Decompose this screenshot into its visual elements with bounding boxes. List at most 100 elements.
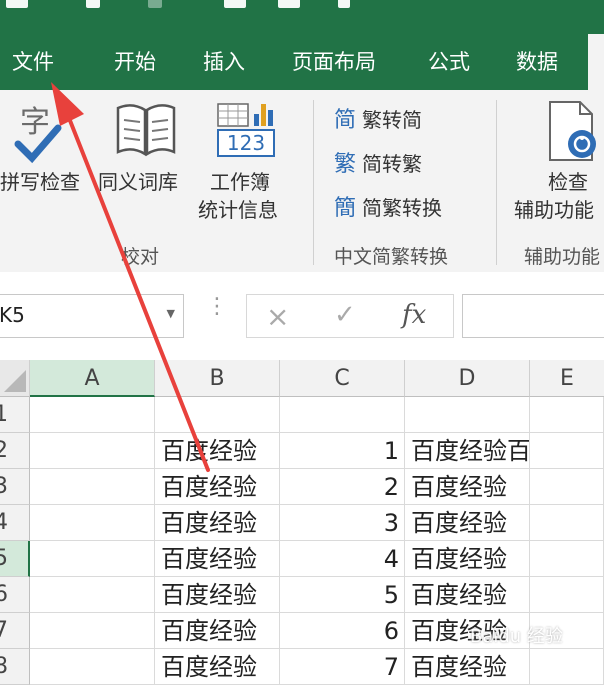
cell-e2[interactable] xyxy=(530,433,604,469)
simplified-to-traditional-label: 简转繁 xyxy=(362,151,423,176)
tab-formulas[interactable]: 公式 xyxy=(428,44,470,80)
group-divider xyxy=(496,100,497,265)
chinese-conversion-icon: 簡 xyxy=(334,196,357,221)
traditional-to-simplified-icon: 简 xyxy=(334,108,357,133)
cell-c8[interactable]: 7 xyxy=(280,649,405,685)
cell-b4[interactable]: 百度经验 xyxy=(155,505,280,541)
workbook-statistics-icon-text: 123 xyxy=(227,131,265,155)
row-header-2[interactable]: 2 xyxy=(0,433,30,469)
row-header-5[interactable]: 5 xyxy=(0,541,30,577)
cell-d8[interactable]: 百度经验 xyxy=(405,649,530,685)
ribbon-review: 字 拼写检查 同义词库 123 工作簿 统计信息 校对 简 繁转简 繁 简转繁 … xyxy=(0,90,604,273)
watermark-text: Baidu 经验 xyxy=(470,626,563,647)
row-header-7[interactable]: 7 xyxy=(0,613,30,649)
cell-b7[interactable]: 百度经验 xyxy=(155,613,280,649)
simplified-to-traditional-icon: 繁 xyxy=(334,152,357,177)
tab-home[interactable]: 开始 xyxy=(114,44,156,80)
undo-icon[interactable] xyxy=(86,0,100,8)
row-number: 7 xyxy=(0,618,8,643)
thesaurus-button[interactable]: 同义词库 xyxy=(98,90,194,220)
new-file-icon[interactable] xyxy=(224,0,246,8)
cell-a4[interactable] xyxy=(30,505,155,541)
cell-a1[interactable] xyxy=(30,397,155,433)
row-header-8[interactable]: 8 xyxy=(0,649,30,685)
tab-file[interactable]: 文件 xyxy=(12,44,54,80)
name-box-value: K5 xyxy=(0,303,25,327)
cell-b2[interactable]: 百度经验 xyxy=(155,433,280,469)
row-number: 8 xyxy=(0,654,8,679)
cell-c4[interactable]: 3 xyxy=(280,505,405,541)
cell-d2[interactable]: 百度经验百 xyxy=(405,433,530,469)
select-all-button[interactable] xyxy=(0,360,30,397)
cell-b5[interactable]: 百度经验 xyxy=(155,541,280,577)
cell-e4[interactable] xyxy=(530,505,604,541)
cell-a5[interactable] xyxy=(30,541,155,577)
row-number: 2 xyxy=(0,438,8,463)
cell-e6[interactable] xyxy=(530,577,604,613)
column-header-a[interactable]: A xyxy=(30,360,155,397)
cell-e3[interactable] xyxy=(530,469,604,505)
formula-input[interactable] xyxy=(462,294,604,338)
row-header-3[interactable]: 3 xyxy=(0,469,30,505)
cell-d4[interactable]: 百度经验 xyxy=(405,505,530,541)
cell-a6[interactable] xyxy=(30,577,155,613)
tab-page-layout[interactable]: 页面布局 xyxy=(292,44,376,80)
cell-e1[interactable] xyxy=(530,397,604,433)
cell-d6[interactable]: 百度经验 xyxy=(405,577,530,613)
row-header-1[interactable]: 1 xyxy=(0,397,30,433)
customize-qat-icon[interactable] xyxy=(338,0,350,8)
column-header-b[interactable]: B xyxy=(155,360,280,397)
cell-c6[interactable]: 5 xyxy=(280,577,405,613)
cell-b6[interactable]: 百度经验 xyxy=(155,577,280,613)
cell-d3[interactable]: 百度经验 xyxy=(405,469,530,505)
formula-bar-grip-icon[interactable]: ⋮ xyxy=(206,296,228,318)
spell-check-button[interactable]: 字 拼写检查 xyxy=(0,90,96,220)
row-header-4[interactable]: 4 xyxy=(0,505,30,541)
tab-insert[interactable]: 插入 xyxy=(203,44,245,80)
cell-d5[interactable]: 百度经验 xyxy=(405,541,530,577)
cell-e8[interactable] xyxy=(530,649,604,685)
column-header-e[interactable]: E xyxy=(530,360,604,397)
tab-data[interactable]: 数据 xyxy=(516,44,558,80)
column-header-c[interactable]: C xyxy=(280,360,405,397)
check-accessibility-button[interactable]: 检查 辅助功能 xyxy=(508,90,604,230)
row-number: 4 xyxy=(0,510,8,535)
thesaurus-label: 同义词库 xyxy=(98,170,178,194)
chinese-conversion-group-label: 中文简繁转换 xyxy=(334,246,449,268)
redo-icon[interactable] xyxy=(148,0,162,8)
thesaurus-book-icon xyxy=(116,104,176,157)
traditional-to-simplified-button[interactable]: 简 繁转简 xyxy=(334,102,422,134)
proofing-group-label: 校对 xyxy=(121,246,160,268)
print-preview-icon[interactable] xyxy=(278,0,300,8)
name-box-dropdown-icon[interactable]: ▼ xyxy=(167,307,175,320)
chinese-conversion-button[interactable]: 簡 简繁转换 xyxy=(334,190,442,222)
cell-a8[interactable] xyxy=(30,649,155,685)
cell-a7[interactable] xyxy=(30,613,155,649)
ribbon-tabs: 文件 开始 插入 页面布局 公式 数据 xyxy=(0,34,604,90)
cell-d1[interactable] xyxy=(405,397,530,433)
row-number: 5 xyxy=(0,546,8,571)
cell-a2[interactable] xyxy=(30,433,155,469)
workbook-statistics-button[interactable]: 123 工作簿 统计信息 xyxy=(196,90,296,230)
formula-buttons-frame xyxy=(246,294,454,338)
spell-check-label: 拼写检查 xyxy=(0,170,80,194)
cell-b8[interactable]: 百度经验 xyxy=(155,649,280,685)
cell-c1[interactable] xyxy=(280,397,405,433)
tab-review-active[interactable] xyxy=(588,34,604,90)
row-header-6[interactable]: 6 xyxy=(0,577,30,613)
name-box[interactable]: K5 ▼ xyxy=(0,294,184,338)
cell-c3[interactable]: 2 xyxy=(280,469,405,505)
cell-b1[interactable] xyxy=(155,397,280,433)
save-icon[interactable] xyxy=(6,0,28,8)
cell-c2[interactable]: 1 xyxy=(280,433,405,469)
cell-c5[interactable]: 4 xyxy=(280,541,405,577)
cell-b3[interactable]: 百度经验 xyxy=(155,469,280,505)
cell-a3[interactable] xyxy=(30,469,155,505)
column-header-d[interactable]: D xyxy=(405,360,530,397)
row-number: 1 xyxy=(0,402,8,427)
traditional-to-simplified-label: 繁转简 xyxy=(362,107,423,132)
cell-e5[interactable] xyxy=(530,541,604,577)
cell-c7[interactable]: 6 xyxy=(280,613,405,649)
group-divider xyxy=(313,100,314,265)
simplified-to-traditional-button[interactable]: 繁 简转繁 xyxy=(334,146,422,178)
